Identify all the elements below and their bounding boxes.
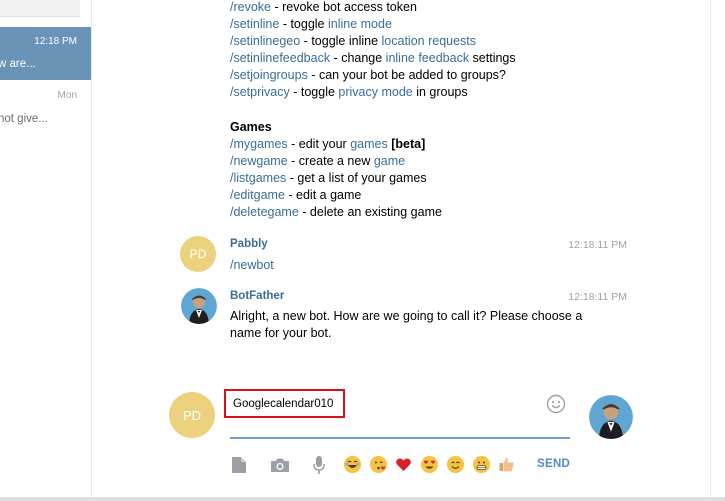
chat-item-time: 12:18 PM	[34, 36, 77, 47]
kissing-heart-emoji-icon[interactable]	[370, 456, 387, 473]
command-separator: -	[284, 188, 297, 202]
command-separator: -	[289, 85, 301, 99]
window-bottom-border	[0, 497, 725, 501]
panel-divider	[91, 0, 92, 497]
command-line: /setinlinefeedback - change inline feedb…	[230, 50, 516, 67]
chat-search-box[interactable]	[0, 0, 80, 17]
command-line: /revoke - revoke bot access token	[230, 0, 417, 16]
command-line: /mygames - edit your games [beta]	[230, 136, 425, 153]
bot-avatar-icon[interactable]	[589, 395, 633, 439]
command-line: /setjoingroups - can your bot be added t…	[230, 67, 506, 84]
message-text-line: name for your bot.	[230, 326, 332, 340]
chat-list-item[interactable]: Mon not give...	[0, 82, 91, 132]
command-link[interactable]: /newgame	[230, 154, 288, 168]
chat-item-preview: not give...	[0, 113, 48, 125]
command-separator: -	[287, 154, 299, 168]
heart-eyes-emoji-icon[interactable]	[421, 456, 438, 473]
command-link[interactable]: /mygames	[230, 137, 288, 151]
thumbs-up-icon[interactable]	[498, 456, 515, 473]
command-description: get a list of your games	[297, 171, 427, 185]
command-line: /editgame - edit a game	[230, 187, 361, 204]
command-line: /listgames - get a list of your games	[230, 170, 427, 187]
message-text: Alright, a new bot. How are we going to …	[230, 308, 582, 342]
command-description: toggle inline	[311, 34, 382, 48]
input-underline	[230, 437, 570, 439]
command-description: delete an existing game	[309, 205, 442, 219]
scrollbar[interactable]	[711, 0, 725, 497]
command-separator: -	[271, 0, 283, 14]
command-link[interactable]: /editgame	[230, 188, 285, 202]
chat-item-preview: w are...	[0, 58, 36, 70]
command-description: toggle	[300, 85, 339, 99]
grin-emoji-icon[interactable]	[473, 456, 490, 473]
command-description: change	[341, 51, 386, 65]
message-sender[interactable]: Pabbly	[230, 238, 268, 250]
command-link[interactable]: /listgames	[230, 171, 286, 185]
command-separator: -	[287, 137, 299, 151]
command-link[interactable]: /setinlinefeedback	[230, 51, 330, 65]
chat-list-panel: 12:18 PM w are... Mon not give...	[0, 0, 91, 501]
red-heart-icon[interactable]	[395, 456, 412, 473]
command-description: revoke bot access token	[282, 0, 417, 14]
inline-link[interactable]: location requests	[382, 34, 477, 48]
command-link[interactable]: /newbot	[230, 258, 274, 272]
command-separator: -	[307, 68, 319, 82]
command-link[interactable]: /deletegame	[230, 205, 299, 219]
command-link[interactable]: /setinlinegeo	[230, 34, 300, 48]
command-link[interactable]: /setjoingroups	[230, 68, 308, 82]
command-separator: -	[279, 17, 291, 31]
message-sender[interactable]: BotFather	[230, 290, 284, 302]
avatar-initials: PD	[189, 247, 207, 261]
command-line: /setinline - toggle inline mode	[230, 16, 392, 33]
message-time: 12:18:11 PM	[568, 239, 627, 251]
command-separator: -	[300, 34, 312, 48]
command-line: /deletegame - delete an existing game	[230, 204, 442, 221]
smiley-outline-icon[interactable]	[546, 394, 566, 417]
command-link[interactable]: /setinline	[230, 17, 279, 31]
attach-file-icon[interactable]	[229, 455, 249, 475]
command-separator: -	[330, 51, 342, 65]
command-link[interactable]: /setprivacy	[230, 85, 290, 99]
microphone-icon[interactable]	[309, 455, 329, 475]
inline-link[interactable]: game	[374, 154, 405, 168]
avatar-initials: PD	[182, 407, 202, 423]
inline-link[interactable]: inline mode	[328, 17, 392, 31]
chat-list-item-active[interactable]: 12:18 PM w are...	[0, 27, 91, 80]
command-link[interactable]: /revoke	[230, 0, 271, 14]
camera-icon[interactable]	[270, 455, 290, 475]
user-avatar[interactable]: PD	[180, 236, 216, 272]
command-description: settings	[469, 51, 516, 65]
joy-emoji-icon[interactable]	[344, 456, 361, 473]
command-line: /setinlinegeo - toggle inline location r…	[230, 33, 476, 50]
smile-emoji-icon[interactable]	[447, 456, 464, 473]
message-input[interactable]	[224, 389, 345, 418]
command-description: [beta]	[391, 137, 426, 151]
my-avatar[interactable]: PD	[169, 392, 215, 438]
command-separator: -	[286, 171, 298, 185]
message-text: /newbot	[230, 257, 274, 274]
message-time: 12:18:11 PM	[568, 291, 627, 303]
command-description: create a new	[298, 154, 374, 168]
command-description: edit a game	[296, 188, 362, 202]
message-text-line: Alright, a new bot. How are we going to …	[230, 309, 583, 323]
command-description: in groups	[412, 85, 468, 99]
inline-link[interactable]: inline feedback	[386, 51, 469, 65]
command-line: /setprivacy - toggle privacy mode in gro…	[230, 84, 468, 101]
botfather-avatar-icon[interactable]	[181, 288, 217, 324]
inline-link[interactable]: games	[350, 137, 388, 151]
games-section-heading: Games	[230, 120, 272, 134]
command-description: can your bot be added to groups?	[318, 68, 506, 82]
inline-link[interactable]: privacy mode	[338, 85, 412, 99]
command-line: /newgame - create a new game	[230, 153, 405, 170]
command-description: toggle	[290, 17, 328, 31]
chat-item-time: Mon	[57, 90, 77, 101]
send-button[interactable]: SEND	[537, 458, 570, 470]
command-description: edit your	[298, 137, 351, 151]
command-separator: -	[298, 205, 310, 219]
